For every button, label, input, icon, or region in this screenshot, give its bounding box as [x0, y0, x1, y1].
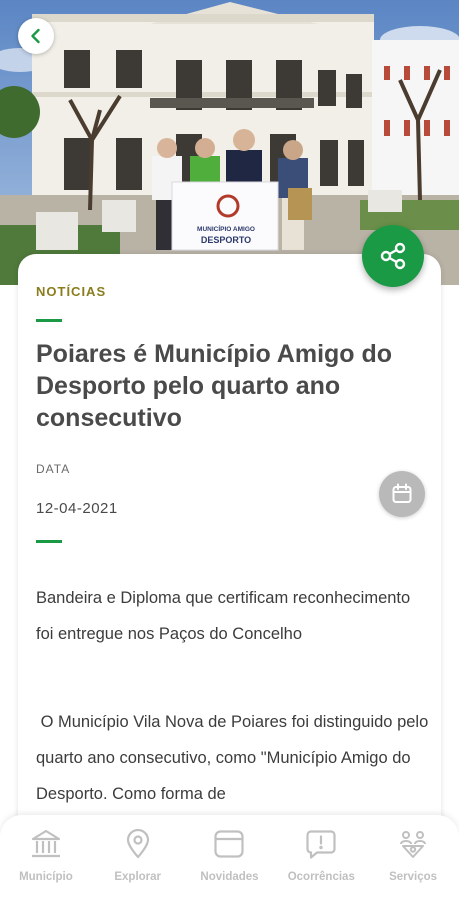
date-value: 12-04-2021 — [36, 500, 118, 517]
calendar-icon — [391, 483, 413, 505]
banner-text-line1: MUNICÍPIO AMIGO — [197, 224, 255, 233]
nav-item-ocorrencias[interactable]: Ocorrências — [275, 827, 367, 900]
chevron-left-icon — [28, 28, 44, 44]
share-icon — [378, 241, 408, 271]
nav-item-novidades[interactable]: Novidades — [184, 827, 276, 900]
add-to-calendar-button[interactable] — [379, 471, 425, 517]
nav-label: Município — [19, 871, 73, 883]
article-paragraph: O Município Vila Nova de Poiares foi dis… — [36, 713, 433, 803]
banner-text-line2: DESPORTO — [201, 235, 251, 245]
nav-label: Novidades — [200, 871, 259, 883]
article-paragraph: Bandeira e Diploma que certificam reconh… — [36, 589, 411, 643]
nav-item-explorar[interactable]: Explorar — [92, 827, 184, 900]
building-icon — [29, 827, 63, 861]
news-icon — [212, 827, 246, 861]
date-divider — [36, 540, 62, 543]
nav-item-servicos[interactable]: Serviços — [367, 827, 459, 900]
services-icon — [396, 827, 430, 861]
nav-label: Serviços — [389, 871, 438, 883]
article-category: NOTÍCIAS — [36, 284, 107, 299]
nav-label: Explorar — [114, 871, 162, 883]
date-label: DATA — [36, 462, 71, 476]
category-divider — [36, 319, 62, 322]
bottom-navigation: Município Explorar Novidades Ocorrências… — [0, 815, 459, 900]
back-button[interactable] — [18, 18, 54, 54]
article-title: Poiares é Município Amigo do Desporto pe… — [36, 340, 393, 432]
map-pin-icon — [121, 827, 155, 861]
share-button[interactable] — [362, 225, 424, 287]
alert-message-icon — [304, 827, 338, 861]
article-card: NOTÍCIAS Poiares é Município Amigo do De… — [18, 254, 441, 854]
nav-item-municipio[interactable]: Município — [0, 827, 92, 900]
nav-label: Ocorrências — [287, 871, 355, 883]
